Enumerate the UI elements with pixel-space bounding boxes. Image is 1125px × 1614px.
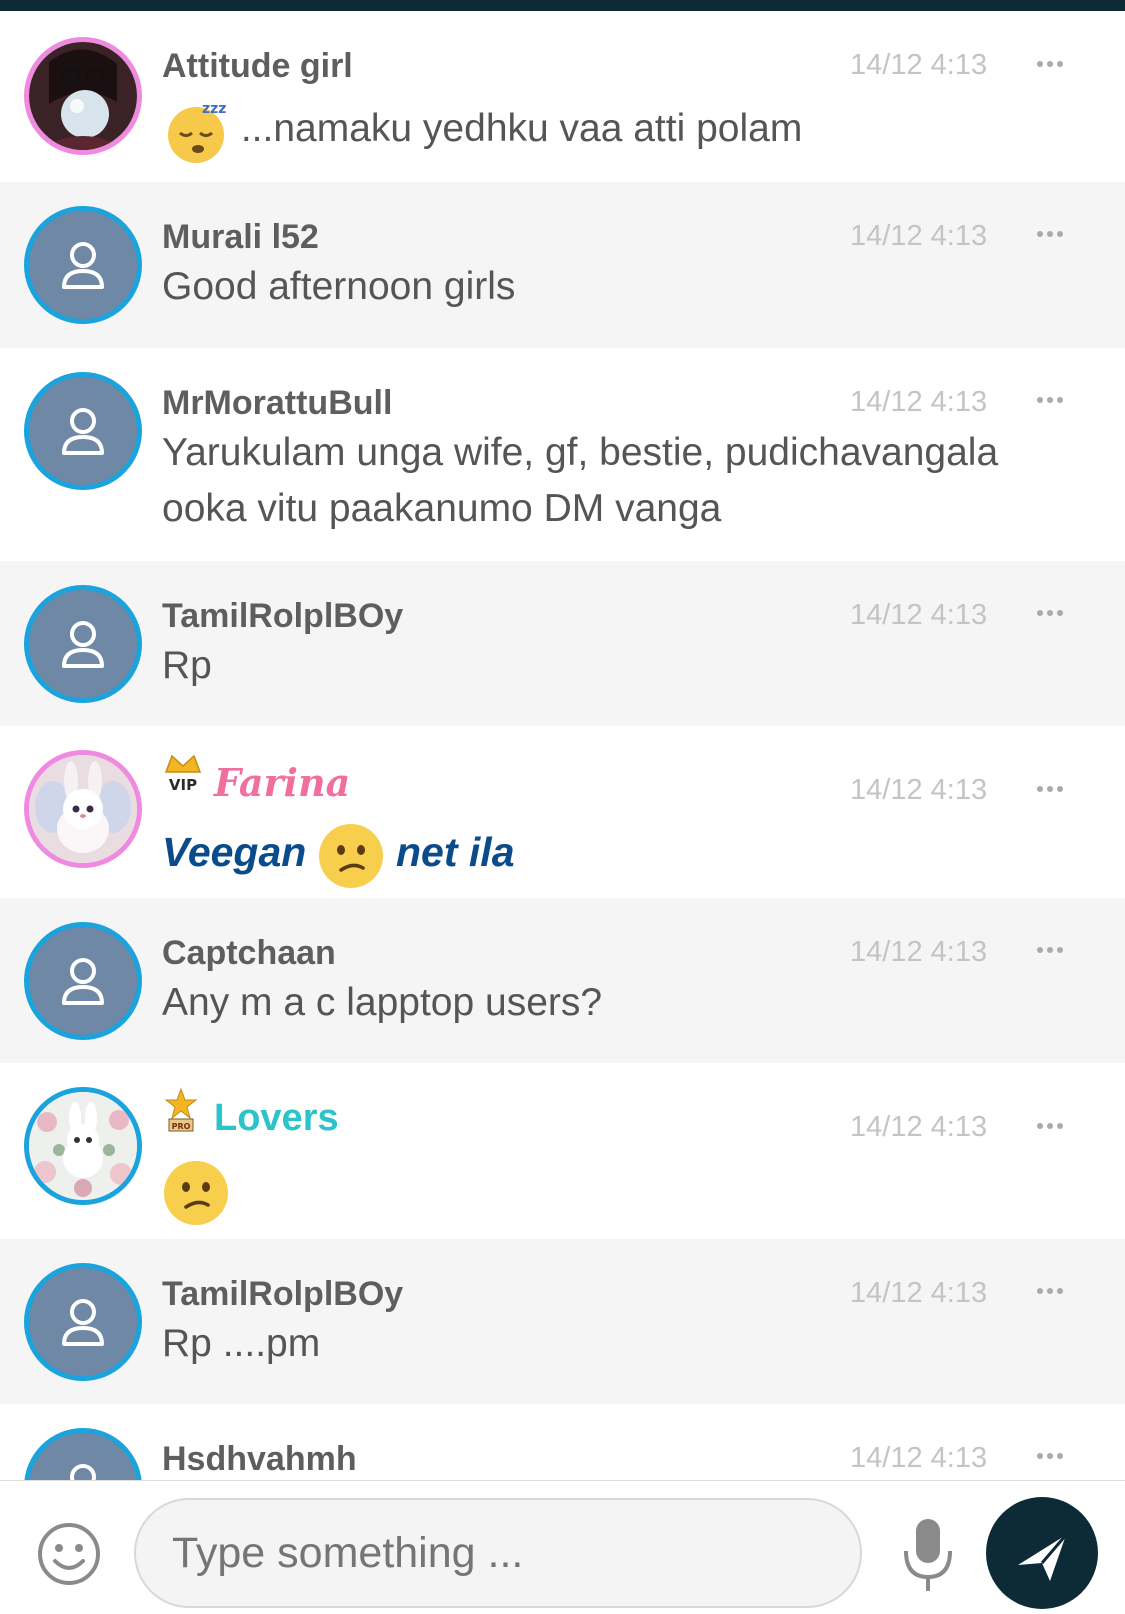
avatar[interactable] [24,585,142,703]
avatar[interactable] [24,372,142,490]
more-options-icon[interactable] [1036,945,1064,955]
user-icon [62,621,104,668]
message-body-continued: net ila [396,829,515,875]
timestamp: 14/12 4:13 [850,1442,988,1474]
message-text: Any m a c lapptop users? [162,981,603,1024]
message-input[interactable] [134,1498,862,1608]
sender-name[interactable]: Captchaan [162,934,336,973]
message-text: Rp [162,644,212,687]
bunny-avatar-icon [29,755,137,863]
timestamp: 14/12 4:13 [850,386,988,418]
list-item[interactable]: VIP Farina 14/12 4:13 Veegan net ila [0,726,1125,898]
timestamp: 14/12 4:13 [850,599,988,631]
more-options-icon[interactable] [1036,784,1064,794]
list-item[interactable]: MrMorattuBull 14/12 4:13 Yarukulam unga … [0,348,1125,561]
avatar[interactable] [24,206,142,324]
vip-crown-icon: VIP [164,754,202,794]
more-options-icon[interactable] [1036,1286,1064,1296]
timestamp: 14/12 4:13 [850,49,988,81]
send-button[interactable] [986,1497,1098,1609]
user-icon [62,242,104,289]
sender-name[interactable]: Lovers [214,1097,339,1140]
message-list[interactable]: Attitude girl 14/12 4:13 zzz ...namaku y… [0,11,1125,1501]
svg-text:zzz: zzz [202,101,226,117]
confused-face-icon [319,823,384,888]
message-text: Rp ....pm [162,1322,321,1365]
list-item[interactable]: TamilRolplBOy 14/12 4:13 Rp [0,561,1125,726]
avatar[interactable] [24,37,142,155]
smiley-icon[interactable] [36,1521,102,1587]
message-text: Yarukulam unga wife, gf, bestie, pudicha… [162,431,999,530]
sender-name[interactable]: TamilRolplBOy [162,1275,403,1314]
timestamp: 14/12 4:13 [850,1111,988,1143]
list-item[interactable]: Attitude girl 14/12 4:13 zzz ...namaku y… [0,11,1125,182]
more-options-icon[interactable] [1036,1451,1064,1461]
more-options-icon[interactable] [1036,229,1064,239]
pro-star-icon: PRO [164,1087,198,1132]
confused-face-icon [164,1161,228,1225]
timestamp: 14/12 4:13 [850,774,988,806]
avatar[interactable] [24,1263,142,1381]
sender-name[interactable]: MrMorattuBull [162,384,392,423]
sender-name[interactable]: Attitude girl [162,47,353,86]
send-icon [1018,1534,1068,1581]
message-body: ...namaku yedhku vaa atti polam [240,107,803,150]
message-body: Veegan [162,829,307,875]
avatar[interactable] [24,1087,142,1205]
microphone-icon[interactable] [902,1515,954,1595]
user-icon [62,958,104,1005]
pro-badge-label: PRO [172,1122,191,1131]
avatar[interactable] [24,750,142,868]
timestamp: 14/12 4:13 [850,936,988,968]
sender-name[interactable]: TamilRolplBOy [162,597,403,636]
message-text: Good afternoon girls [162,265,516,308]
user-icon [62,408,104,455]
more-options-icon[interactable] [1036,608,1064,618]
more-options-icon[interactable] [1036,59,1064,69]
list-item[interactable]: Captchaan 14/12 4:13 Any m a c lapptop u… [0,898,1125,1063]
vip-badge-label: VIP [169,776,197,794]
more-options-icon[interactable] [1036,1121,1064,1131]
timestamp: 14/12 4:13 [850,1277,988,1309]
list-item[interactable]: TamilRolplBOy 14/12 4:13 Rp ....pm [0,1239,1125,1404]
sender-name[interactable]: Farina [214,760,350,805]
user-icon [62,1299,104,1346]
list-item[interactable]: Murali l52 14/12 4:13 Good afternoon gir… [0,182,1125,348]
message-text: Veegan net ila [162,818,1062,890]
more-options-icon[interactable] [1036,395,1064,405]
timestamp: 14/12 4:13 [850,220,988,252]
bunny-flowers-avatar-icon [29,1092,137,1200]
list-item[interactable]: PRO Lovers 14/12 4:13 [0,1063,1125,1239]
sender-name[interactable]: Murali l52 [162,218,319,257]
top-status-bar [0,0,1125,11]
sender-name[interactable]: Hsdhvahmh [162,1440,357,1479]
composer-bar [0,1480,1125,1609]
sleeping-face-icon: zzz [168,101,226,163]
avatar[interactable] [24,922,142,1040]
avatar-photo-icon [29,42,137,150]
message-text: zzz ...namaku yedhku vaa atti polam [162,95,1062,165]
